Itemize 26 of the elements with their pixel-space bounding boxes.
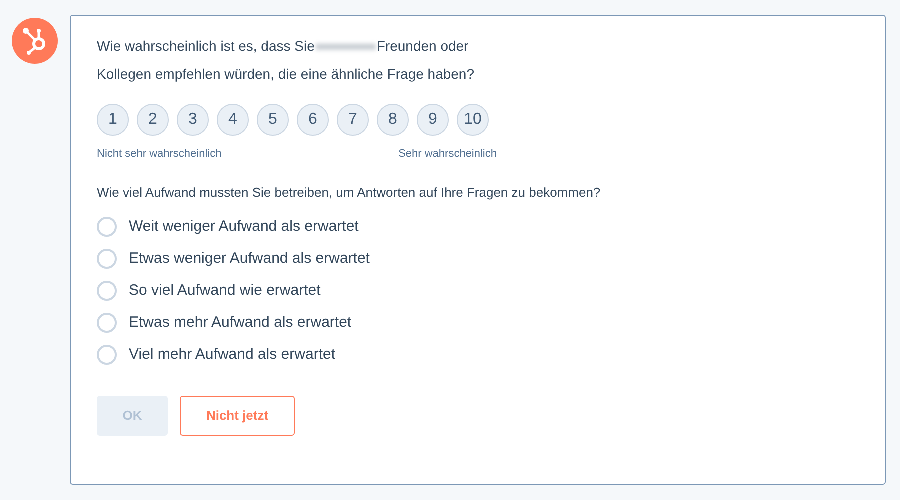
hub-logo-icon bbox=[12, 18, 58, 64]
option-label[interactable]: Etwas mehr Aufwand als erwartet bbox=[129, 312, 352, 334]
radio-button[interactable] bbox=[97, 217, 117, 237]
radio-button[interactable] bbox=[97, 345, 117, 365]
rating-button[interactable]: 5 bbox=[257, 104, 289, 136]
option-label[interactable]: So viel Aufwand wie erwartet bbox=[129, 280, 321, 302]
scale-low-label: Nicht sehr wahrscheinlich bbox=[97, 147, 222, 162]
rating-button[interactable]: 6 bbox=[297, 104, 329, 136]
redaction-mark bbox=[316, 44, 376, 50]
radio-button[interactable] bbox=[97, 249, 117, 269]
option-label[interactable]: Viel mehr Aufwand als erwartet bbox=[129, 344, 336, 366]
rating-button[interactable]: 4 bbox=[217, 104, 249, 136]
rating-button[interactable]: 3 bbox=[177, 104, 209, 136]
option-label[interactable]: Etwas weniger Aufwand als erwartet bbox=[129, 248, 370, 270]
scale-high-label: Sehr wahrscheinlich bbox=[398, 147, 497, 162]
rating-button[interactable]: 2 bbox=[137, 104, 169, 136]
rating-button[interactable]: 7 bbox=[337, 104, 369, 136]
rating-button[interactable]: 8 bbox=[377, 104, 409, 136]
rating-button[interactable]: 10 bbox=[457, 104, 489, 136]
question-text: Wie viel Aufwand mussten Sie betreiben, um Antworten auf Ihre Fragen zu bekommen? bbox=[97, 184, 602, 202]
option-label[interactable]: Weit weniger Aufwand als erwartet bbox=[129, 216, 359, 238]
radio-button[interactable] bbox=[97, 281, 117, 301]
radio-button[interactable] bbox=[97, 313, 117, 333]
rating-button[interactable]: 9 bbox=[417, 104, 449, 136]
question-text: Wie wahrscheinlich ist es, dass Sie Freunden oder Kollegen empfehlen würden, die eine ähnliche Frage haben? bbox=[97, 37, 476, 84]
rating-button[interactable]: 1 bbox=[97, 104, 129, 136]
